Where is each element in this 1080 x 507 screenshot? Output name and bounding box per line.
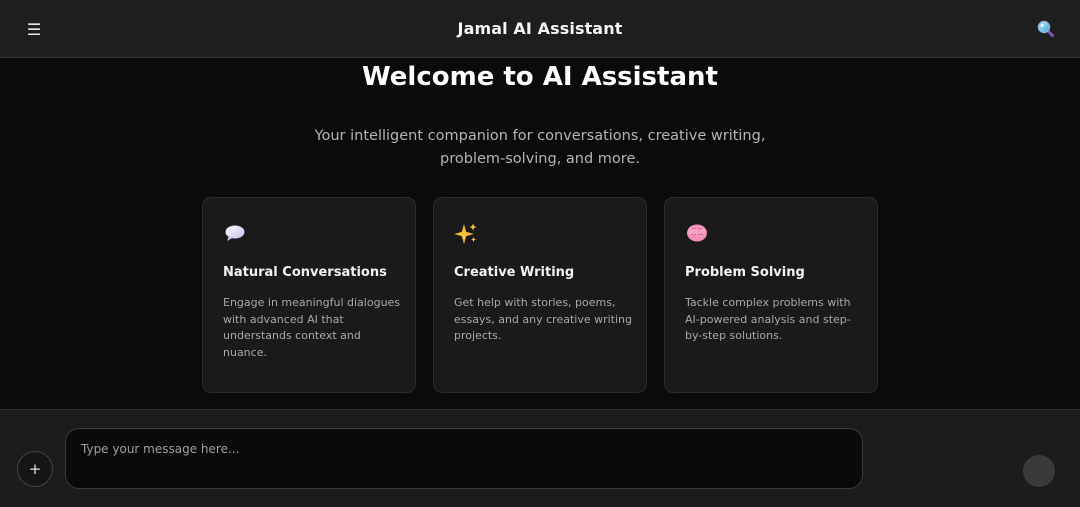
card-title: Problem Solving: [685, 265, 805, 280]
feature-card-problem-solving[interactable]: Problem Solving Tackle complex problems …: [664, 197, 878, 393]
plus-icon: +: [28, 460, 42, 478]
speech-balloon-icon: [223, 222, 251, 248]
search-icon: [1037, 20, 1054, 37]
sparkles-icon: [453, 222, 482, 248]
feature-card-natural-conversations[interactable]: Natural Conversations Engage in meaningf…: [202, 197, 416, 393]
card-description: Tackle complex problems with AI-powered …: [685, 296, 851, 343]
attach-button[interactable]: +: [17, 451, 53, 487]
feature-cards: Natural Conversations Engage in meaningf…: [202, 197, 878, 393]
send-button[interactable]: [1023, 455, 1055, 487]
menu-button[interactable]: ☰: [22, 17, 46, 41]
feature-card-creative-writing[interactable]: Creative Writing Get help with stories, …: [433, 197, 647, 393]
composer-bar: +: [0, 409, 1080, 507]
welcome-subtitle: Your intelligent companion for conversat…: [314, 128, 766, 167]
welcome-area: Welcome to AI Assistant Your intelligent…: [0, 58, 1080, 409]
card-title: Natural Conversations: [223, 265, 387, 280]
message-input[interactable]: [65, 428, 863, 489]
search-button[interactable]: [1036, 19, 1056, 39]
app-title: Jamal AI Assistant: [457, 19, 623, 38]
card-description: Engage in meaningful dialogues with adva…: [223, 296, 401, 360]
card-description: Get help with stories, poems, essays, an…: [454, 296, 632, 343]
card-title: Creative Writing: [454, 265, 575, 280]
brain-icon: [685, 222, 713, 248]
welcome-title: Welcome to AI Assistant: [362, 62, 718, 92]
hamburger-menu-icon: ☰: [26, 19, 42, 39]
top-bar: ☰ Jamal AI Assistant: [0, 0, 1080, 58]
